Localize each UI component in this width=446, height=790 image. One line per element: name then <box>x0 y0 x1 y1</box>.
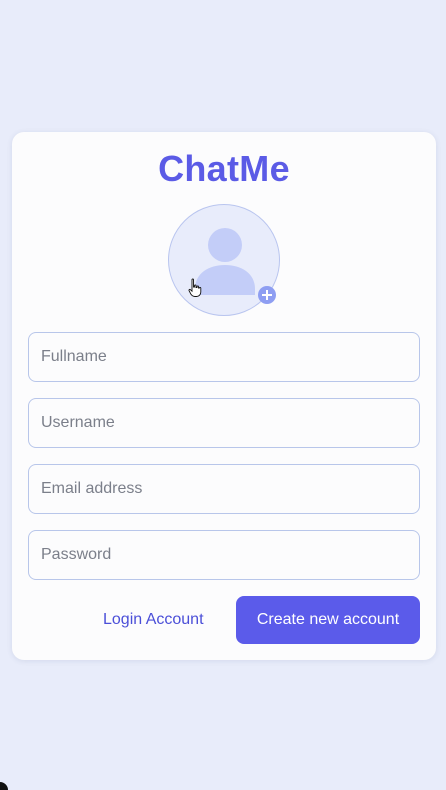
email-field[interactable] <box>28 464 420 514</box>
login-account-link[interactable]: Login Account <box>103 596 204 644</box>
app-title: ChatMe <box>158 148 290 189</box>
plus-circle-icon[interactable] <box>258 286 276 304</box>
hand-cursor-icon <box>188 278 202 297</box>
create-account-button[interactable]: Create new account <box>236 596 420 644</box>
fullname-field[interactable] <box>28 332 420 382</box>
form-actions: Login Account Create new account <box>28 596 420 644</box>
password-field[interactable] <box>28 530 420 580</box>
username-field[interactable] <box>28 398 420 448</box>
signup-card: ChatMe Login Account Create new account <box>12 132 436 660</box>
window-corner <box>0 782 8 790</box>
